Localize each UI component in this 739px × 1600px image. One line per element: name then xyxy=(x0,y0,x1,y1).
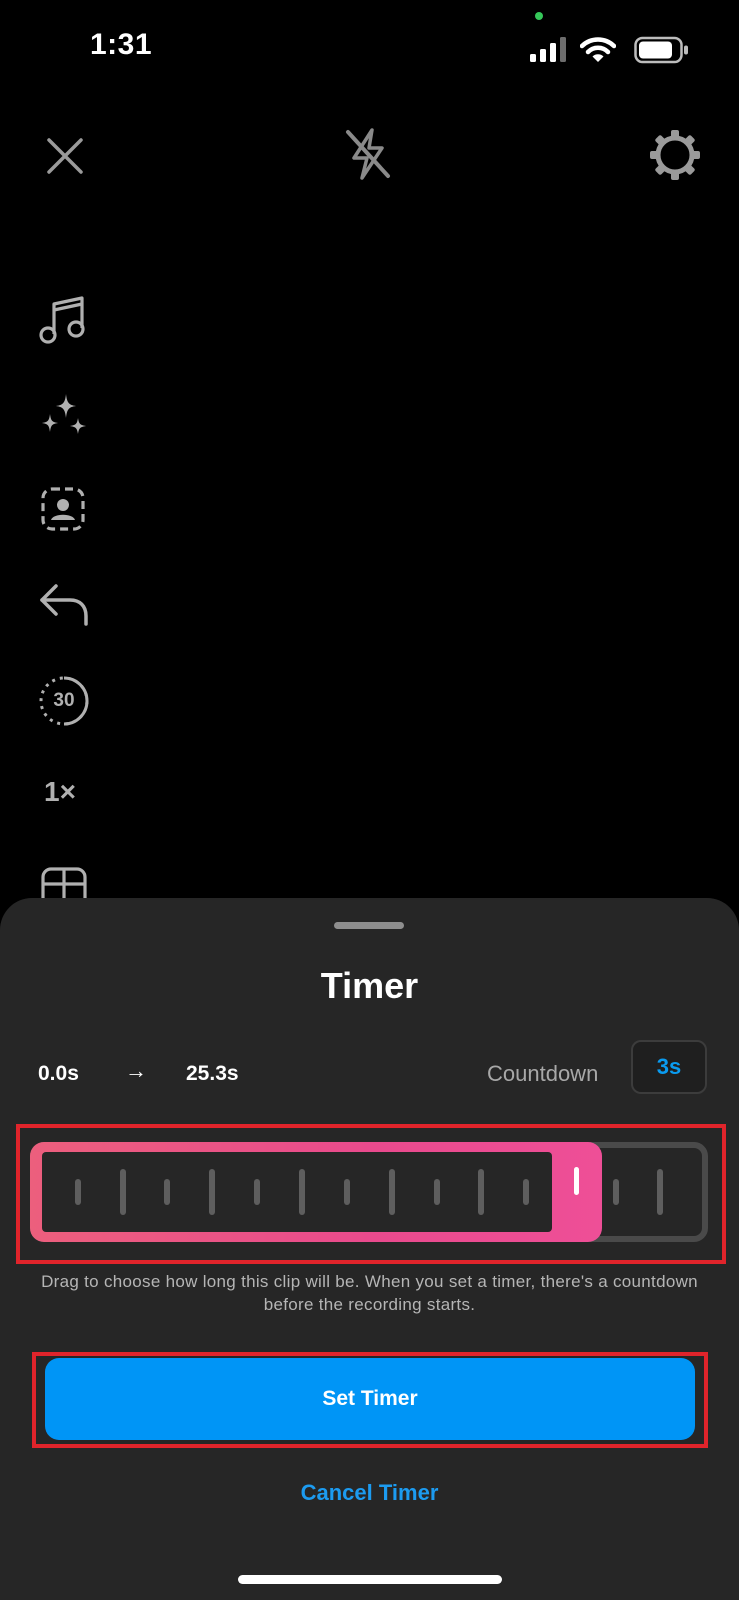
timer-length-label: 30 xyxy=(53,690,75,711)
cellular-signal-icon xyxy=(528,36,568,64)
close-icon[interactable] xyxy=(45,136,85,176)
slider-tick xyxy=(299,1169,305,1215)
countdown-label: Countdown xyxy=(487,1061,599,1086)
range-start-time: 0.0s xyxy=(38,1062,79,1085)
green-screen-icon[interactable] xyxy=(40,486,86,532)
slider-tick xyxy=(523,1179,529,1205)
layout-icon[interactable] xyxy=(40,866,88,900)
sheet-grabber[interactable] xyxy=(334,922,404,929)
battery-icon xyxy=(634,36,690,64)
range-arrow-icon: → xyxy=(125,1058,147,1083)
settings-gear-icon[interactable] xyxy=(648,128,702,182)
slider-tick xyxy=(164,1179,170,1205)
timer-slider-handle[interactable] xyxy=(574,1167,579,1195)
sparkles-effects-icon[interactable] xyxy=(38,392,90,440)
slider-tick xyxy=(254,1179,260,1205)
timer-helper-text: Drag to choose how long this clip will b… xyxy=(41,1272,698,1314)
cancel-timer-button[interactable]: Cancel Timer xyxy=(0,1480,739,1506)
countdown-toggle-button[interactable]: 3s xyxy=(631,1040,707,1094)
timer-slider-selection-inner xyxy=(42,1152,552,1232)
undo-arrow-icon[interactable] xyxy=(38,582,90,628)
sheet-title: Timer xyxy=(320,965,419,1006)
slider-tick xyxy=(434,1179,440,1205)
slider-tick xyxy=(389,1169,395,1215)
set-timer-button[interactable]: Set Timer xyxy=(45,1358,695,1440)
range-end-time: 25.3s xyxy=(186,1062,239,1085)
slider-tick xyxy=(478,1169,484,1215)
slider-tick xyxy=(75,1179,81,1205)
music-note-icon[interactable] xyxy=(38,294,88,346)
timer-length-icon[interactable]: 30 xyxy=(38,675,90,727)
wifi-icon xyxy=(580,36,616,64)
slider-tick xyxy=(613,1179,619,1205)
slider-tick xyxy=(657,1169,663,1215)
flash-off-icon[interactable] xyxy=(342,126,394,182)
status-time: 1:31 xyxy=(90,28,153,61)
mic-indicator-dot xyxy=(535,12,543,20)
speed-icon[interactable]: 1× xyxy=(44,776,76,808)
slider-tick xyxy=(344,1179,350,1205)
home-indicator[interactable] xyxy=(238,1575,502,1584)
slider-tick xyxy=(120,1169,126,1215)
slider-tick xyxy=(209,1169,215,1215)
